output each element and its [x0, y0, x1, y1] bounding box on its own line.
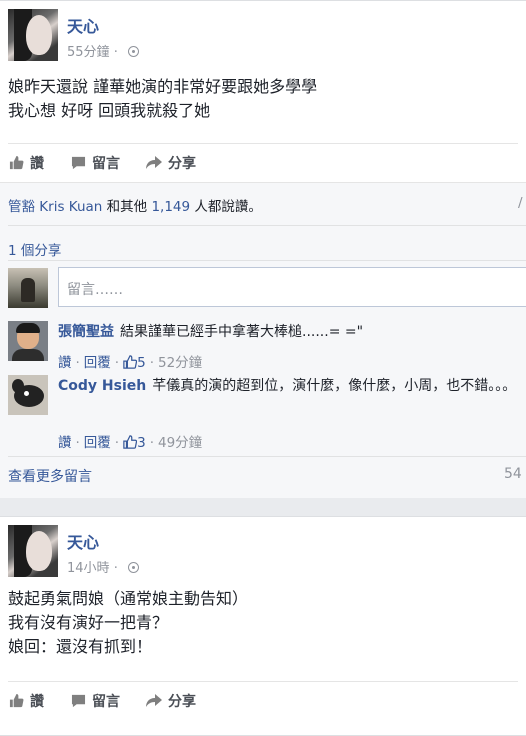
like-button[interactable]: 讚 [8, 153, 44, 173]
post-body: 娘昨天還說 謹華她演的非常好要跟她多學學 我心想 好呀 回頭我就殺了她 [8, 75, 317, 123]
view-more-comments-link[interactable]: 查看更多留言 [8, 466, 92, 486]
comment-label: 留言 [92, 155, 120, 172]
divider [8, 225, 526, 226]
thumbs-up-icon [123, 355, 138, 373]
commenter-name[interactable]: 張簡聖益 [58, 324, 114, 340]
post-meta: 14小時 · [67, 557, 139, 576]
comment-reply-button[interactable]: 回覆 [84, 435, 111, 451]
post-card: 天心 14小時 · 鼓起勇氣問娘（通常娘主動告知） 我有沒有演好一把青？ 娘回：… [0, 516, 526, 736]
author-avatar[interactable] [8, 525, 58, 577]
author-name[interactable]: 天心 [67, 13, 99, 37]
commenter-name[interactable]: Cody Hsieh [58, 378, 146, 394]
comment-icon [70, 693, 86, 709]
likes-row-end: / [518, 195, 523, 211]
globe-icon [127, 562, 139, 573]
comment-button[interactable]: 留言 [70, 153, 120, 173]
globe-icon [127, 46, 139, 57]
post-body-line: 我心想 好呀 回頭我就殺了她 [8, 101, 211, 120]
post-actions: 讚 留言 分享 [8, 681, 518, 719]
post-body-line: 娘回：還沒有抓到！ [8, 637, 153, 656]
comment-input[interactable]: 留言…… [58, 267, 526, 307]
comment-reply-button[interactable]: 回覆 [84, 355, 111, 371]
comment-label: 留言 [92, 693, 120, 710]
post-meta: 55分鐘 · [67, 41, 139, 60]
commenter-avatar[interactable] [8, 321, 48, 361]
comment-icon [70, 155, 86, 171]
comment-body: 芊儀真的演的超到位，演什麼，像什麼，小周，也不錯。。。 [152, 378, 517, 394]
comment-actions: 讚 · 回覆 · 5 · 52分鐘 [58, 355, 203, 373]
like-label: 讚 [30, 693, 44, 710]
commenter-avatar[interactable] [8, 375, 48, 415]
author-name[interactable]: 天心 [67, 529, 99, 553]
post-body-line: 娘昨天還說 謹華她演的非常好要跟她多學學 [8, 77, 318, 96]
share-button[interactable]: 分享 [146, 153, 196, 173]
author-avatar[interactable] [8, 9, 58, 61]
share-label: 分享 [168, 693, 196, 710]
liker-name-link[interactable]: 管豁 Kris Kuan [8, 199, 102, 215]
thumbs-up-icon [8, 693, 24, 709]
divider [8, 260, 526, 261]
post-body: 鼓起勇氣問娘（通常娘主動告知） 我有沒有演好一把青？ 娘回：還沒有抓到！ [8, 587, 248, 659]
comment-button[interactable]: 留言 [70, 691, 120, 711]
post-actions: 讚 留言 分享 [8, 143, 518, 181]
likes-summary: 管豁 Kris Kuan 和其他 1,149 人都說讚。 / [8, 195, 523, 215]
comment-text: 張簡聖益 結果謹華已經手中拿著大棒槌......= =" [58, 323, 526, 342]
post-body-line: 我有沒有演好一把青？ [8, 613, 169, 632]
post-timestamp[interactable]: 55分鐘 [67, 45, 110, 60]
feedback-section: 管豁 Kris Kuan 和其他 1,149 人都說讚。 / 1 個分享 留言…… [0, 182, 526, 498]
thumbs-up-icon [123, 435, 138, 453]
comment-text: Cody Hsieh 芊儀真的演的超到位，演什麼，像什麼，小周，也不錯。。。 [58, 377, 526, 396]
thumbs-up-icon [8, 155, 24, 171]
comment-like-button[interactable]: 讚 [58, 355, 72, 371]
shares-count-link[interactable]: 1 個分享 [8, 239, 61, 259]
comment-actions: 讚 · 回覆 · 3 · 49分鐘 [58, 435, 203, 453]
divider [8, 456, 526, 457]
post-body-line: 鼓起勇氣問娘（通常娘主動告知） [8, 589, 249, 608]
likes-mid-text: 和其他 [106, 199, 148, 215]
comments-count: 54 [504, 466, 522, 482]
viewer-avatar [8, 268, 48, 308]
comment-timestamp[interactable]: 52分鐘 [158, 355, 202, 371]
post-timestamp[interactable]: 14小時 [67, 561, 110, 576]
comment-like-button[interactable]: 讚 [58, 435, 72, 451]
comment-like-count[interactable]: 5 [137, 355, 146, 371]
like-label: 讚 [30, 155, 44, 172]
share-button[interactable]: 分享 [146, 691, 196, 711]
share-arrow-icon [146, 155, 162, 171]
likes-suffix-text: 人都說讚。 [194, 199, 262, 215]
comment-body: 結果謹華已經手中拿著大棒槌......= =" [120, 324, 364, 340]
share-arrow-icon [146, 693, 162, 709]
likes-count-link[interactable]: 1,149 [151, 199, 190, 215]
comment-like-count[interactable]: 3 [137, 435, 146, 451]
post-card: 天心 55分鐘 · 娘昨天還說 謹華她演的非常好要跟她多學學 我心想 好呀 回頭… [0, 0, 526, 498]
comment-timestamp[interactable]: 49分鐘 [158, 435, 202, 451]
share-label: 分享 [168, 155, 196, 172]
like-button[interactable]: 讚 [8, 691, 44, 711]
